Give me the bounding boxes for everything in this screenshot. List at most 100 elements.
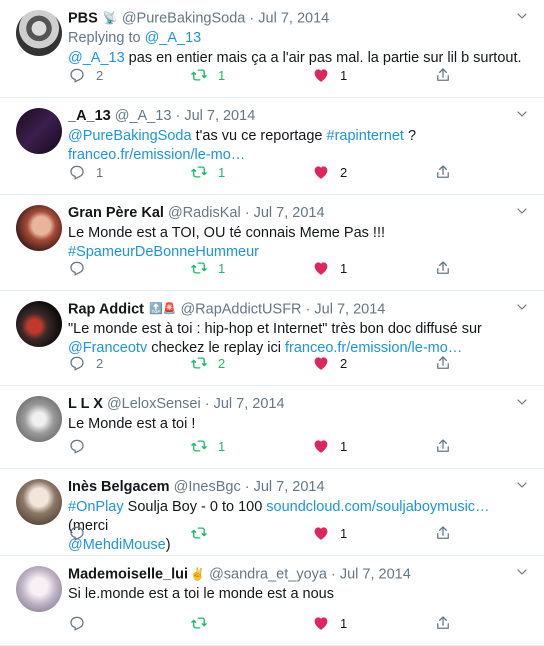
separator-dot: · <box>200 396 214 412</box>
tweet-actions: 2 1 1 <box>68 61 544 89</box>
share-icon <box>437 616 449 629</box>
share-button[interactable] <box>434 66 544 84</box>
tweet-date[interactable]: Jul 7, 2014 <box>214 396 285 412</box>
avatar[interactable] <box>16 108 62 154</box>
like-button[interactable]: 1 <box>312 524 434 542</box>
tweet[interactable]: Mademoiselle_lui ✌ @sandra_et_yoya · Jul … <box>0 556 544 646</box>
heart-icon <box>314 166 328 179</box>
like-count: 1 <box>340 260 348 276</box>
more-options-button[interactable] <box>514 477 530 493</box>
like-button[interactable]: 1 <box>312 614 434 632</box>
retweet-button[interactable]: 1 <box>190 437 312 455</box>
share-button[interactable] <box>434 524 544 542</box>
reply-icon <box>70 165 84 180</box>
like-button[interactable]: 1 <box>312 259 434 277</box>
more-options-button[interactable] <box>514 203 530 219</box>
more-options-button[interactable] <box>514 394 530 410</box>
tweet[interactable]: Gran Père Kal @RadisKal · Jul 7, 2014 Le … <box>0 195 544 291</box>
more-options-button[interactable] <box>514 564 530 580</box>
retweet-button[interactable]: 1 <box>190 66 312 84</box>
tweet-date[interactable]: Jul 7, 2014 <box>314 301 385 317</box>
like-button[interactable]: 1 <box>312 437 434 455</box>
tweet[interactable]: Inès Belgacem @InesBgc · Jul 7, 2014 #OnP… <box>0 469 544 556</box>
avatar[interactable] <box>16 396 62 442</box>
author-name[interactable]: L L X <box>68 396 103 412</box>
reply-button[interactable]: 2 <box>68 354 190 372</box>
author-handle[interactable]: @_A_13 <box>115 108 172 124</box>
author-handle[interactable]: @LeloxSensei <box>107 396 201 412</box>
avatar[interactable] <box>16 10 62 56</box>
like-count: 2 <box>340 164 348 180</box>
tweet-text-segment: t'as vu ce reportage <box>191 128 327 144</box>
tweet-date[interactable]: Jul 7, 2014 <box>254 479 325 495</box>
like-button[interactable]: 1 <box>312 66 434 84</box>
more-options-button[interactable] <box>514 8 530 24</box>
tweet-link[interactable]: #rapinternet <box>327 128 404 144</box>
tweet-date[interactable]: Jul 7, 2014 <box>184 108 255 124</box>
retweet-icon <box>191 262 207 274</box>
author-handle[interactable]: @RapAddictUSFR <box>180 301 301 317</box>
like-button[interactable]: 2 <box>312 163 434 181</box>
tweet-date[interactable]: Jul 7, 2014 <box>258 10 329 26</box>
retweet-button[interactable]: 1 <box>190 163 312 181</box>
retweet-button[interactable]: 2 <box>190 354 312 372</box>
satellite-emoji-icon: 📡 <box>102 11 118 25</box>
share-button[interactable] <box>434 614 544 632</box>
tweet[interactable]: _A_13 @_A_13 · Jul 7, 2014 @PureBakingSod… <box>0 98 544 195</box>
heart-icon <box>314 357 328 370</box>
author-name[interactable]: Rap Addict <box>68 301 144 317</box>
avatar[interactable] <box>16 566 62 612</box>
retweet-button[interactable]: 1 <box>190 259 312 277</box>
tweet[interactable]: PBS 📡 @PureBakingSoda · Jul 7, 2014 Replyi… <box>0 0 544 98</box>
share-button[interactable] <box>434 163 544 181</box>
avatar[interactable] <box>16 479 62 525</box>
reply-button[interactable]: 2 <box>68 66 190 84</box>
author-name[interactable]: PBS <box>68 10 98 26</box>
separator-dot: · <box>301 301 315 318</box>
like-count: 1 <box>340 438 348 454</box>
reply-button[interactable] <box>68 614 190 632</box>
share-button[interactable] <box>434 437 544 455</box>
reply-button[interactable]: 1 <box>68 163 190 181</box>
author-name[interactable]: Mademoiselle_lui <box>68 566 188 582</box>
share-icon <box>437 68 449 81</box>
tweet-date[interactable]: Jul 7, 2014 <box>340 566 411 582</box>
tweet-text-segment: Le Monde est a TOI, OU té connais Meme P… <box>68 225 386 241</box>
reply-button[interactable] <box>68 437 190 455</box>
tweet-link[interactable]: @PureBakingSoda <box>68 128 192 144</box>
author-name[interactable]: Gran Père Kal <box>68 205 164 221</box>
reply-mention-link[interactable]: @_A_13 <box>145 30 202 46</box>
reply-icon <box>70 261 84 276</box>
chevron-down-icon <box>517 399 527 405</box>
tweet-actions: 1 1 2 <box>68 158 544 186</box>
retweet-button[interactable] <box>190 524 312 542</box>
tweet-header: L L X @LeloxSensei · Jul 7, 2014 <box>68 395 532 414</box>
tweet-date[interactable]: Jul 7, 2014 <box>254 205 325 221</box>
tweet[interactable]: Rap Addict 🔝🚨 @RapAddictUSFR · Jul 7, 201… <box>0 291 544 386</box>
author-handle[interactable]: @PureBakingSoda <box>122 10 246 26</box>
heart-icon <box>314 617 328 630</box>
retweet-button[interactable] <box>190 614 312 632</box>
reply-button[interactable] <box>68 259 190 277</box>
tweet-header: Gran Père Kal @RadisKal · Jul 7, 2014 <box>68 204 532 223</box>
chevron-down-icon <box>517 13 527 19</box>
separator-dot: · <box>240 479 254 495</box>
top-emoji-icon: 🔝🚨 <box>149 303 177 315</box>
author-name[interactable]: _A_13 <box>68 108 111 124</box>
author-handle[interactable]: @InesBgc <box>174 479 241 495</box>
more-options-button[interactable] <box>514 106 530 122</box>
tweet[interactable]: L L X @LeloxSensei · Jul 7, 2014 Le Monde… <box>0 386 544 469</box>
author-handle[interactable]: @RadisKal <box>168 205 241 221</box>
share-button[interactable] <box>434 354 544 372</box>
more-options-button[interactable] <box>514 299 530 315</box>
avatar[interactable] <box>16 205 62 251</box>
tweet-link[interactable]: #OnPlay <box>68 499 124 515</box>
like-button[interactable]: 2 <box>312 354 434 372</box>
reply-button[interactable] <box>68 524 190 542</box>
reply-icon <box>70 526 84 541</box>
author-handle[interactable]: @sandra_et_yoya <box>209 566 327 582</box>
author-name[interactable]: Inès Belgacem <box>68 479 170 495</box>
share-button[interactable] <box>434 259 544 277</box>
tweet-link[interactable]: soundcloud.com/souljaboymusic… <box>266 499 489 515</box>
avatar[interactable] <box>16 301 62 347</box>
